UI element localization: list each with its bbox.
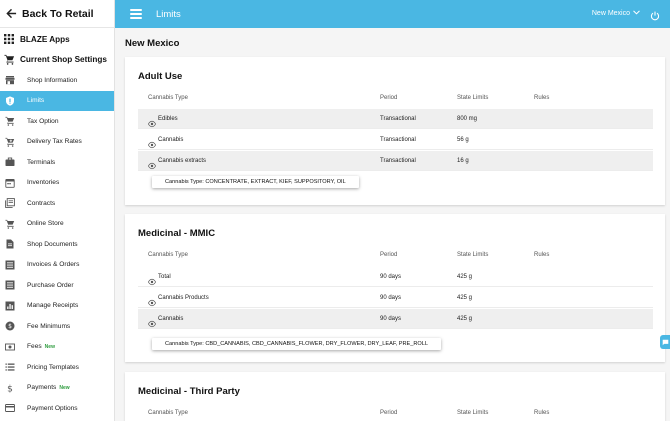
column-header-type: Cannabis Type (148, 252, 188, 258)
sidebar-item-contracts[interactable]: Contracts (0, 193, 114, 214)
cannabis-type-tooltip: Cannabis Type: CONCENTRATE, EXTRACT, KIE… (152, 176, 359, 188)
sidebar-item-shop-information[interactable]: Shop Information (0, 70, 114, 91)
column-header-period: Period (380, 95, 398, 101)
cart-icon (3, 53, 15, 65)
briefcase-icon (5, 157, 15, 167)
eye-icon[interactable] (147, 294, 157, 307)
svg-text:$: $ (7, 384, 13, 393)
document-icon (5, 239, 15, 249)
column-header-rules: Rules (534, 252, 550, 258)
medicinal-mmic-card: Medicinal - MMIC Cannabis Type Period St… (125, 214, 665, 362)
chat-icon (662, 333, 669, 351)
main-content: New Mexico Adult Use Cannabis Type Perio… (115, 28, 670, 421)
svg-text:$: $ (8, 323, 12, 330)
list-box-icon (5, 260, 15, 270)
new-badge: New (44, 343, 55, 350)
table-row[interactable]: Total 90 days 425 g (138, 267, 653, 287)
table-row[interactable]: Cannabis 90 days 425 g (138, 309, 653, 329)
column-header-type: Cannabis Type (148, 95, 188, 101)
sidebar-item-payments[interactable]: $ Payments New (0, 378, 114, 399)
library-icon (5, 198, 15, 209)
sidebar-item-fees[interactable]: Fees New (0, 337, 114, 358)
back-to-retail-label: Back To Retail (22, 7, 94, 20)
blaze-apps-label: BLAZE Apps (20, 34, 70, 44)
dollar-icon: $ (5, 383, 15, 393)
receipt-chart-icon (5, 301, 15, 311)
coin-icon: $ (5, 321, 15, 331)
eye-icon[interactable] (147, 136, 157, 149)
column-header-state-limits: State Limits (457, 410, 489, 416)
menu-icon[interactable] (130, 9, 142, 19)
sidebar-item-delivery-tax-rates[interactable]: Delivery Tax Rates (0, 132, 114, 153)
cart-icon (5, 116, 15, 126)
sidebar-item-shop-documents[interactable]: Shop Documents (0, 234, 114, 255)
chat-button[interactable] (660, 335, 670, 349)
current-shop-settings-label: Current Shop Settings (20, 54, 107, 64)
column-header-period: Period (380, 252, 398, 258)
table-row[interactable]: Edibles Transactional 800 mg (138, 109, 653, 129)
column-header-state-limits: State Limits (457, 252, 489, 258)
apps-grid-icon (3, 33, 15, 45)
back-to-retail-link[interactable]: Back To Retail (0, 0, 114, 28)
chevron-down-icon (633, 10, 640, 17)
current-shop-settings-header: Current Shop Settings (0, 49, 114, 69)
column-header-rules: Rules (534, 410, 550, 416)
table-row[interactable]: Cannabis extracts Transactional 16 g (138, 151, 653, 171)
column-header-state-limits: State Limits (457, 95, 489, 101)
state-selector[interactable]: New Mexico (592, 10, 640, 17)
cannabis-type-tooltip: Cannabis Type: CBD_CANNABIS, CBD_CANNABI… (152, 338, 441, 350)
section-title: Adult Use (138, 71, 183, 82)
shield-icon (5, 96, 15, 106)
table-row[interactable]: Cannabis Products 90 days 425 g (138, 288, 653, 308)
column-header-type: Cannabis Type (148, 410, 188, 416)
eye-icon[interactable] (147, 115, 157, 128)
sidebar-item-pricing-templates[interactable]: Pricing Templates (0, 357, 114, 378)
cart-plus-icon (5, 137, 15, 147)
blaze-apps-link[interactable]: BLAZE Apps (0, 29, 114, 49)
sidebar-item-invoices-orders[interactable]: Invoices & Orders (0, 255, 114, 276)
eye-icon[interactable] (147, 157, 157, 170)
cart-icon (5, 219, 15, 229)
section-title: Medicinal - MMIC (138, 228, 216, 239)
sidebar-item-terminals[interactable]: Terminals (0, 152, 114, 173)
sidebar-item-online-store[interactable]: Online Store (0, 214, 114, 235)
arrow-left-icon (4, 7, 18, 21)
page-title: New Mexico (125, 38, 180, 49)
calendar-icon (5, 178, 15, 188)
top-app-bar: Limits New Mexico (115, 0, 670, 28)
money-icon (5, 342, 15, 352)
sidebar: Back To Retail BLAZE Apps Current Shop S… (0, 0, 115, 421)
state-selector-label: New Mexico (591, 10, 630, 17)
topbar-title: Limits (156, 8, 181, 20)
power-icon[interactable] (650, 8, 660, 21)
sidebar-item-purchase-order[interactable]: Purchase Order (0, 275, 114, 296)
adult-use-card: Adult Use Cannabis Type Period State Lim… (125, 57, 665, 205)
eye-icon[interactable] (147, 315, 157, 328)
credit-card-icon (5, 403, 15, 413)
sidebar-item-inventories[interactable]: Inventories (0, 173, 114, 194)
sidebar-item-manage-receipts[interactable]: Manage Receipts (0, 296, 114, 317)
column-header-period: Period (380, 410, 398, 416)
sidebar-item-limits[interactable]: Limits (0, 90, 114, 111)
medicinal-third-party-card: Medicinal - Third Party Cannabis Type Pe… (125, 372, 665, 421)
list-icon (5, 362, 15, 372)
sidebar-item-tax-option[interactable]: Tax Option (0, 111, 114, 132)
column-header-rules: Rules (534, 95, 550, 101)
table-row[interactable]: Cannabis Transactional 56 g (138, 130, 653, 150)
section-title: Medicinal - Third Party (138, 386, 240, 397)
eye-icon[interactable] (147, 273, 157, 286)
sidebar-item-payment-options[interactable]: Payment Options (0, 398, 114, 419)
store-icon (5, 75, 15, 85)
list-box-icon (5, 280, 15, 290)
sidebar-item-fee-minimums[interactable]: $ Fee Minimums (0, 316, 114, 337)
new-badge: New (59, 384, 70, 391)
